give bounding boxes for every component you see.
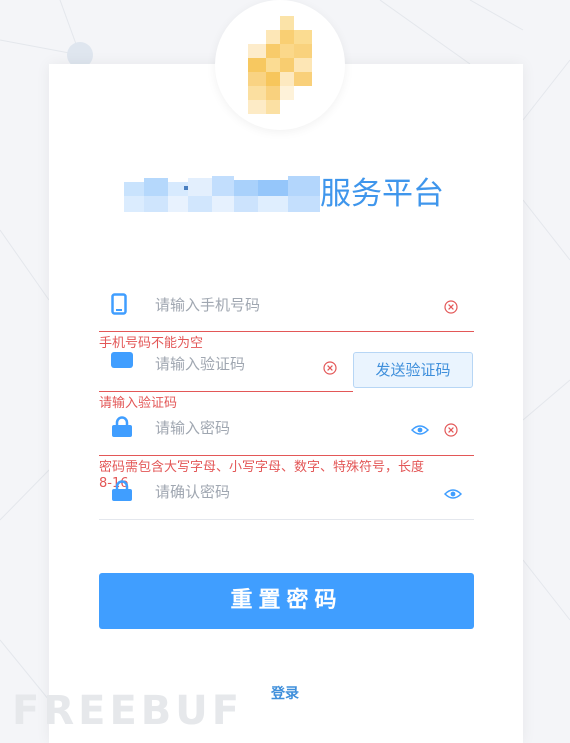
eye-icon[interactable] [444, 488, 462, 500]
lock-icon [112, 480, 132, 501]
title-suffix: 服务平台 [320, 176, 444, 212]
lock-icon [112, 416, 132, 437]
clear-icon[interactable] [444, 300, 458, 314]
send-code-button[interactable]: 发送验证码 [353, 352, 473, 388]
phone-underline [99, 331, 474, 332]
confirm-field[interactable]: 请确认密码 [99, 478, 474, 522]
clear-icon[interactable] [444, 423, 458, 437]
confirm-underline [99, 519, 474, 520]
logo [215, 0, 345, 130]
confirm-input[interactable]: 请确认密码 [155, 482, 230, 502]
eye-icon[interactable] [411, 424, 429, 436]
password-field[interactable]: 请输入密码 [99, 414, 474, 458]
phone-field[interactable]: 请输入手机号码 [99, 288, 474, 334]
password-input[interactable]: 请输入密码 [155, 418, 230, 438]
password-underline [99, 455, 474, 456]
phone-input[interactable]: 请输入手机号码 [155, 295, 260, 315]
reset-password-button[interactable]: 重置密码 [99, 573, 474, 629]
message-icon [111, 352, 133, 368]
watermark: FREEBUF [12, 688, 244, 734]
code-input[interactable]: 请输入验证码 [155, 354, 245, 374]
phone-error: 手机号码不能为空 [99, 336, 204, 351]
title-redacted-mosaic [124, 176, 320, 212]
clear-icon[interactable] [323, 361, 337, 375]
password-error-line1: 密码需包含大写字母、小写字母、数字、特殊符号，长度 [99, 460, 425, 475]
platform-title: 服务平台 [124, 172, 464, 220]
code-underline [99, 391, 353, 392]
code-field[interactable]: 请输入验证码 [99, 352, 353, 394]
code-error: 请输入验证码 [99, 396, 178, 411]
logo-mosaic [248, 16, 312, 114]
phone-icon [111, 293, 127, 315]
